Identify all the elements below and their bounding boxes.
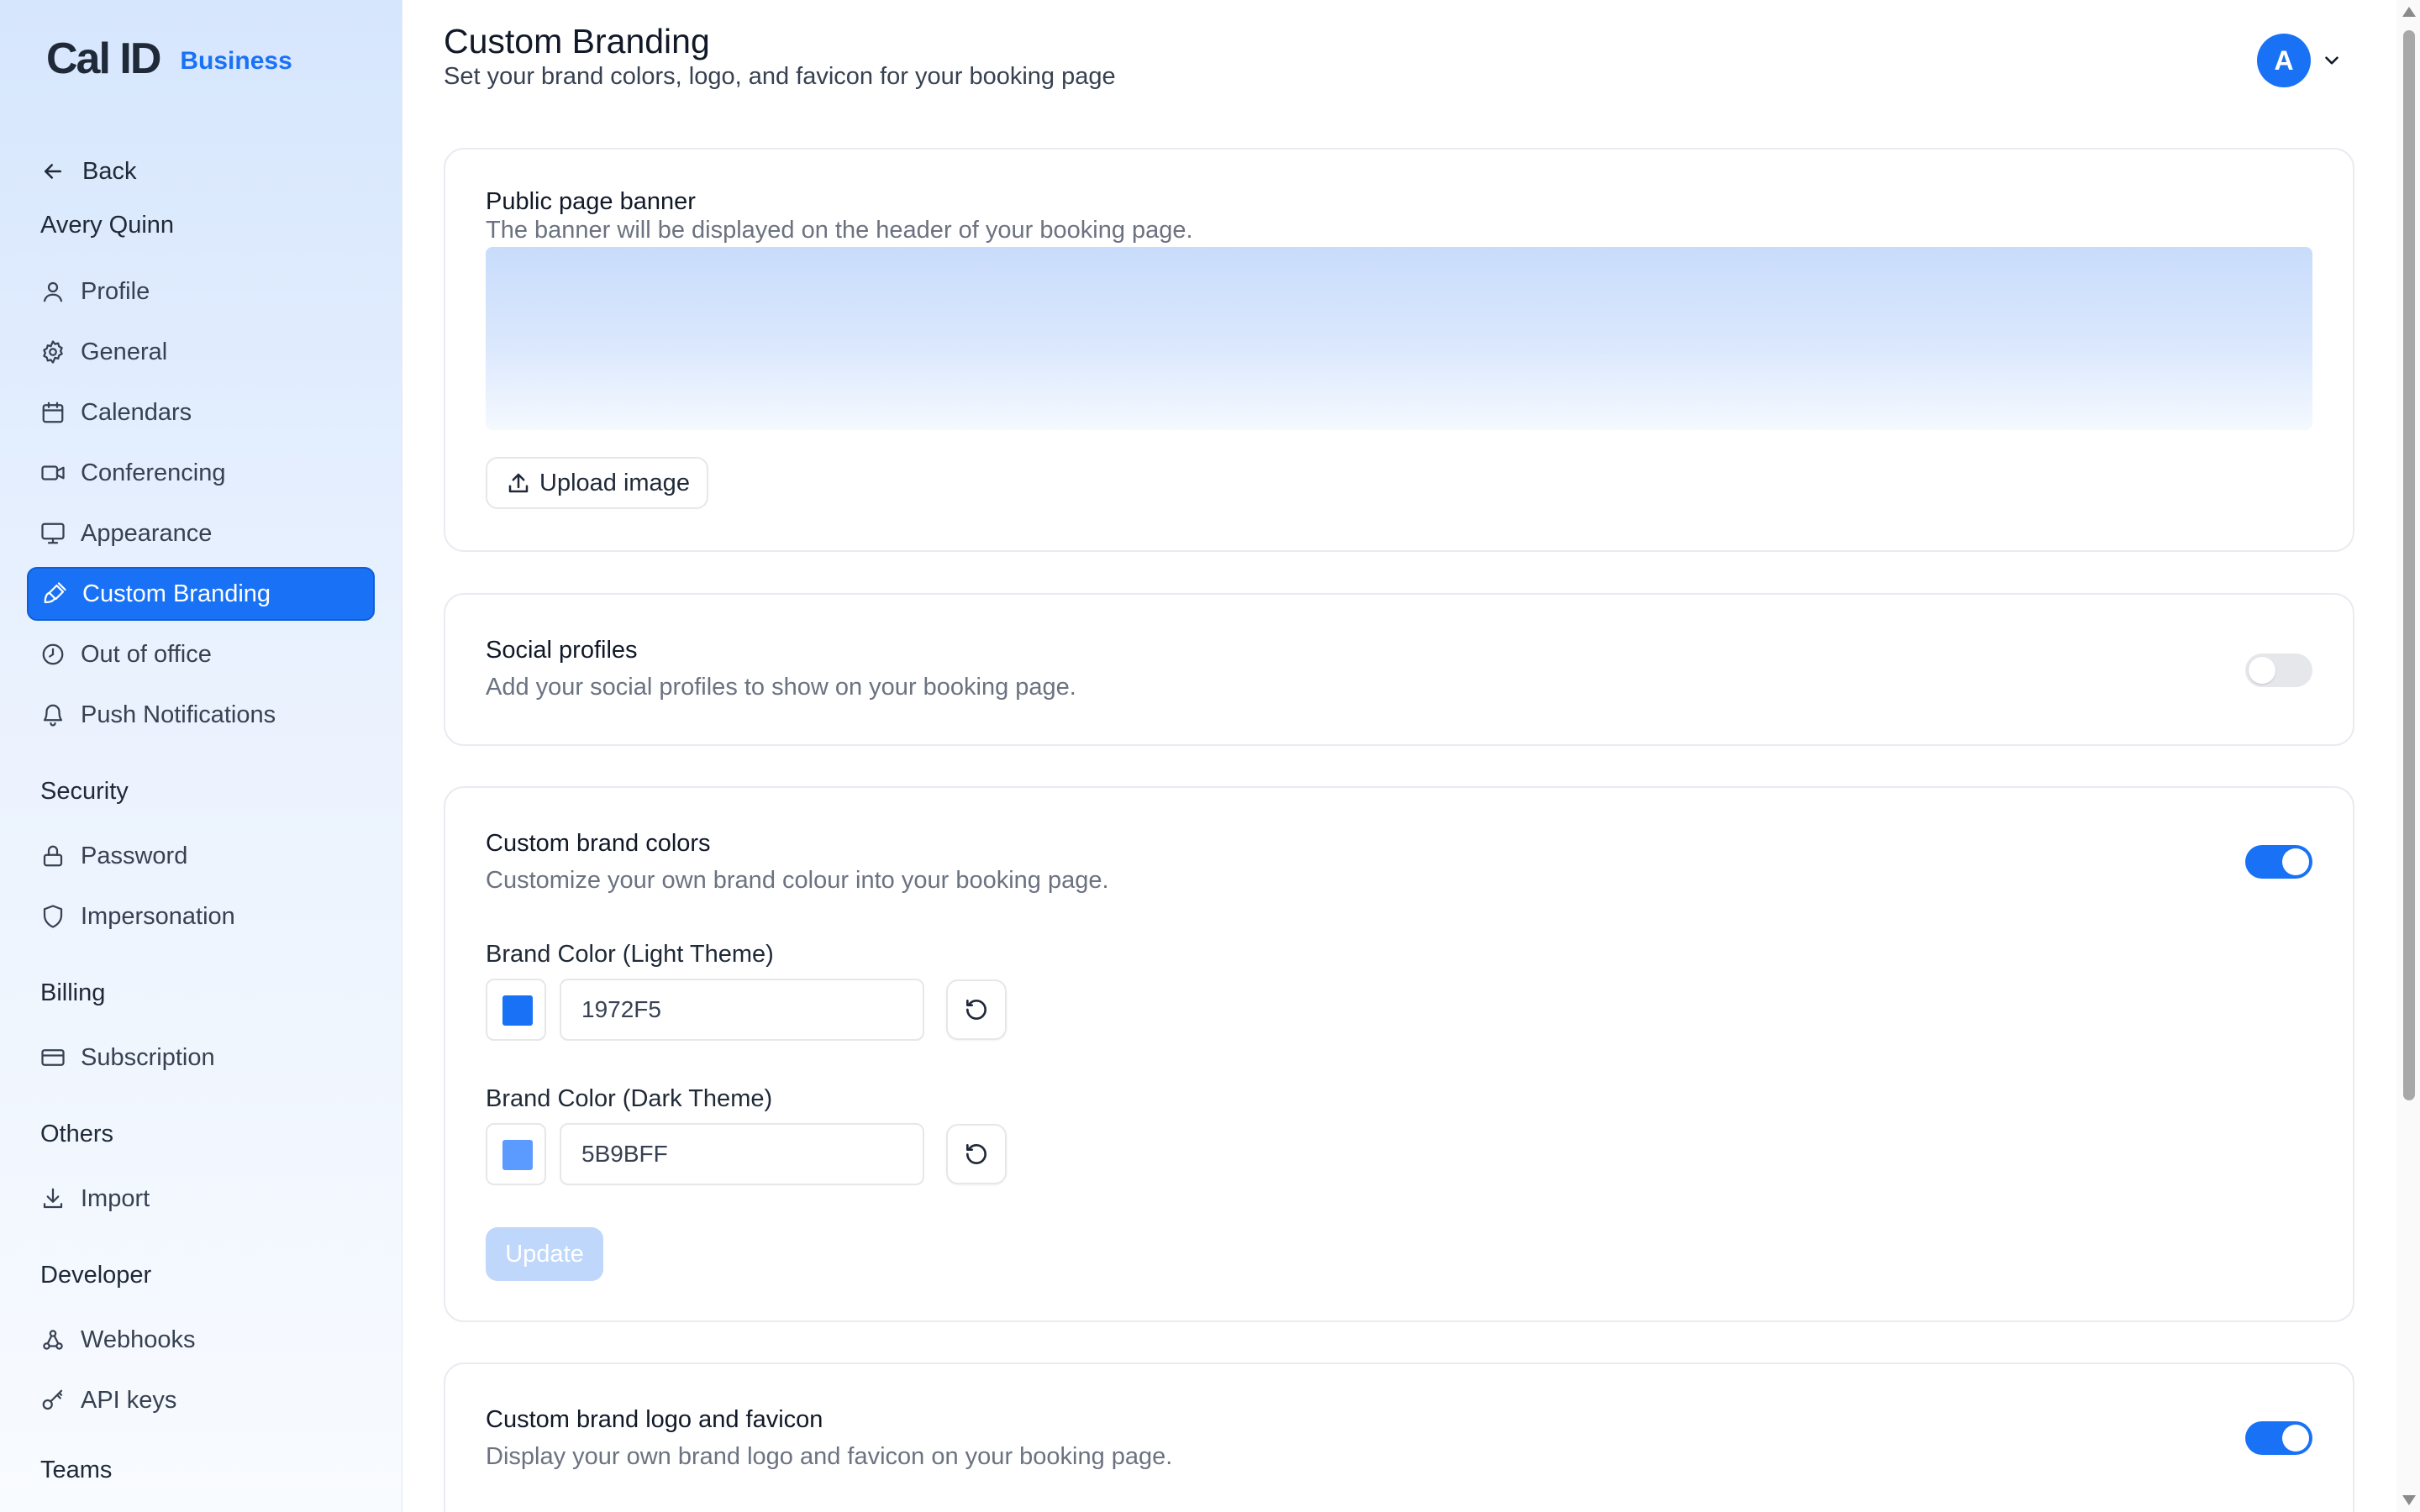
rotate-ccw-icon <box>966 1000 986 1020</box>
gear-icon <box>43 340 63 364</box>
banner-description: The banner will be displayed on the head… <box>486 217 1193 244</box>
back-label: Back <box>82 157 137 185</box>
sidebar-user-name: Avery Quinn <box>40 212 175 239</box>
clock-icon <box>42 643 64 665</box>
sidebar-item-label: Profile <box>81 277 150 305</box>
sidebar-item-label: General <box>81 338 168 365</box>
upload-image-button[interactable]: Upload image <box>486 457 708 509</box>
dark-color-swatch-button[interactable] <box>486 1123 546 1185</box>
chevron-down-icon[interactable] <box>2321 50 2343 71</box>
user-icon <box>43 281 63 302</box>
update-button[interactable]: Update <box>486 1227 603 1281</box>
sidebar-item-push-notifications[interactable]: Push Notifications <box>27 688 375 742</box>
key-icon <box>42 1389 63 1410</box>
download-icon <box>43 1188 63 1209</box>
scroll-down-arrow[interactable] <box>2402 1495 2416 1505</box>
light-theme-color-label: Brand Color (Light Theme) <box>486 941 774 968</box>
sidebar-section-security: Security <box>40 778 129 805</box>
banner-card: Public page banner The banner will be di… <box>444 148 2354 552</box>
lock-icon <box>43 845 63 867</box>
sidebar-item-subscription[interactable]: Subscription <box>27 1031 375 1084</box>
sidebar-item-import[interactable]: Import <box>27 1172 375 1226</box>
toggle-knob <box>2282 1425 2309 1452</box>
webhook-icon <box>43 1330 63 1350</box>
light-color-swatch <box>502 995 533 1026</box>
back-link[interactable]: Back <box>40 153 136 190</box>
sidebar-item-impersonation[interactable]: Impersonation <box>27 890 375 943</box>
brand[interactable]: Cal ID Business <box>46 37 292 81</box>
scrollbar-thumb[interactable] <box>2403 30 2415 1100</box>
toggle-knob <box>2249 657 2275 684</box>
sidebar-item-appearance[interactable]: Appearance <box>27 507 375 560</box>
sidebar-item-label: Push Notifications <box>81 701 276 728</box>
sidebar-item-label: Import <box>81 1184 150 1212</box>
sidebar-item-api-keys[interactable]: API keys <box>27 1373 375 1427</box>
social-profiles-toggle[interactable] <box>2245 654 2312 687</box>
bell-icon <box>43 704 63 727</box>
sidebar-item-profile[interactable]: Profile <box>27 265 375 318</box>
shield-icon <box>43 905 63 928</box>
dark-color-reset-button[interactable] <box>946 1124 1007 1184</box>
video-icon <box>41 465 65 480</box>
sidebar-item-label: Calendars <box>81 398 192 426</box>
user-menu[interactable]: A <box>2257 34 2343 87</box>
sidebar-item-password[interactable]: Password <box>27 829 375 883</box>
light-color-hex-input[interactable] <box>560 979 924 1041</box>
brand-colors-card: Custom brand colors Customize your own b… <box>444 786 2354 1322</box>
page-scrollbar[interactable] <box>2396 0 2420 1512</box>
social-profiles-description: Add your social profiles to show on your… <box>486 674 1076 701</box>
paintbrush-icon <box>44 582 66 604</box>
sidebar-item-custom-branding[interactable]: Custom Branding <box>27 567 375 621</box>
sidebar-item-label: Impersonation <box>81 902 235 930</box>
dark-color-hex-input[interactable] <box>560 1123 924 1185</box>
calendar-icon <box>42 402 64 423</box>
upload-image-label: Upload image <box>539 469 690 496</box>
monitor-icon <box>41 522 65 544</box>
page-title: Custom Branding <box>444 22 710 60</box>
toggle-knob <box>2282 848 2309 875</box>
sidebar-item-label: API keys <box>81 1386 177 1414</box>
sidebar-item-webhooks[interactable]: Webhooks <box>27 1313 375 1367</box>
dark-theme-color-label: Brand Color (Dark Theme) <box>486 1085 773 1112</box>
sidebar-item-general[interactable]: General <box>27 325 375 379</box>
sidebar-item-label: Conferencing <box>81 459 226 486</box>
sidebar-item-label: Password <box>81 842 188 869</box>
credit-card-icon <box>41 1049 65 1066</box>
brand-colors-toggle[interactable] <box>2245 845 2312 879</box>
sidebar-item-calendars[interactable]: Calendars <box>27 386 375 439</box>
brand-colors-description: Customize your own brand colour into you… <box>486 867 1109 894</box>
sidebar-section-developer: Developer <box>40 1262 152 1289</box>
dark-color-swatch <box>502 1140 533 1170</box>
avatar[interactable]: A <box>2257 34 2311 87</box>
sidebar-section-teams[interactable]: Teams <box>40 1457 112 1484</box>
light-color-swatch-button[interactable] <box>486 979 546 1041</box>
brand-tag: Business <box>180 47 292 75</box>
brand-logo-description: Display your own brand logo and favicon … <box>486 1443 1173 1470</box>
brand-logo-card: Custom brand logo and favicon Display yo… <box>444 1362 2354 1512</box>
scroll-up-arrow[interactable] <box>2402 7 2416 17</box>
banner-preview <box>486 247 2312 430</box>
upload-icon <box>508 473 529 493</box>
sidebar-item-label: Subscription <box>81 1043 215 1071</box>
social-profiles-title: Social profiles <box>486 637 638 664</box>
brand-colors-title: Custom brand colors <box>486 830 711 857</box>
sidebar-item-label: Webhooks <box>81 1326 196 1353</box>
rotate-ccw-icon <box>966 1144 986 1164</box>
arrow-left-icon <box>45 164 61 179</box>
page-subtitle: Set your brand colors, logo, and favicon… <box>444 63 1116 90</box>
sidebar-section-billing: Billing <box>40 979 106 1006</box>
brand-logo: Cal ID <box>46 34 161 83</box>
light-color-reset-button[interactable] <box>946 979 1007 1040</box>
sidebar: Cal ID Business Back Avery Quinn Profile… <box>0 0 402 1512</box>
brand-logo-title: Custom brand logo and favicon <box>486 1406 823 1433</box>
sidebar-item-label: Custom Branding <box>82 580 271 607</box>
sidebar-section-others: Others <box>40 1121 114 1147</box>
social-profiles-card: Social profiles Add your social profiles… <box>444 593 2354 746</box>
brand-logo-toggle[interactable] <box>2245 1421 2312 1455</box>
sidebar-item-label: Appearance <box>81 519 213 547</box>
banner-title: Public page banner <box>486 188 696 215</box>
sidebar-item-label: Out of office <box>81 640 212 668</box>
sidebar-item-conferencing[interactable]: Conferencing <box>27 446 375 500</box>
sidebar-item-out-of-office[interactable]: Out of office <box>27 627 375 681</box>
